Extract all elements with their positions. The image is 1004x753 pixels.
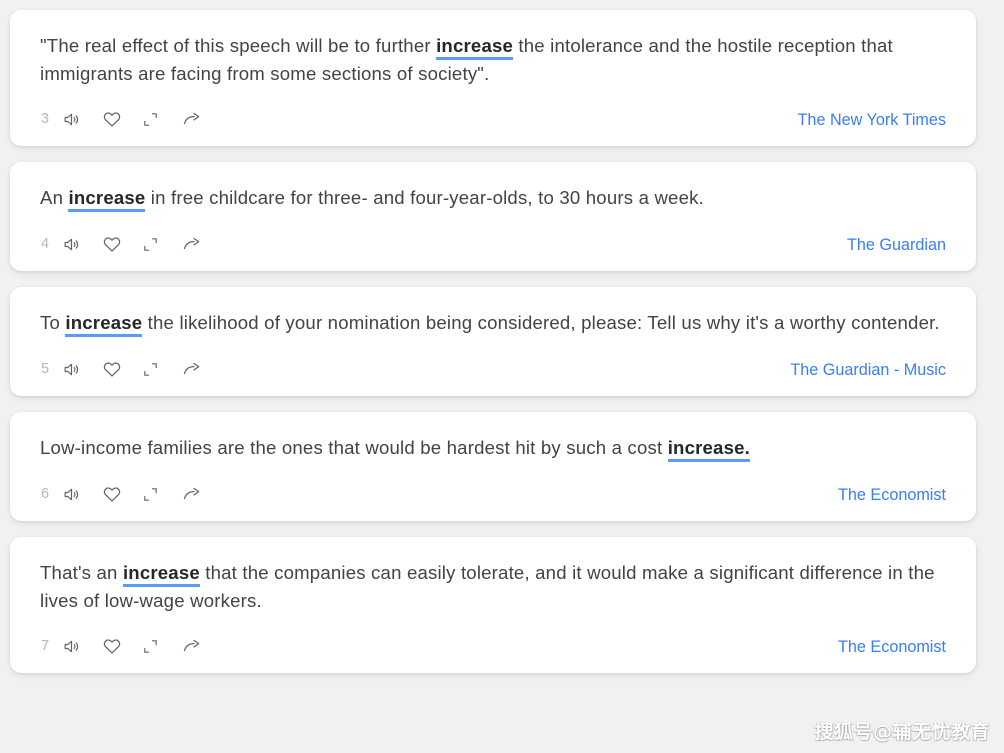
heart-icon[interactable] bbox=[102, 106, 142, 132]
speaker-icon[interactable] bbox=[62, 633, 102, 659]
share-icon[interactable] bbox=[182, 481, 222, 507]
heart-icon[interactable] bbox=[102, 356, 142, 382]
source-link[interactable]: The Economist bbox=[838, 486, 946, 505]
heart-icon[interactable] bbox=[102, 481, 142, 507]
sentence-prefix: To bbox=[40, 312, 66, 333]
expand-icon[interactable] bbox=[142, 106, 182, 132]
expand-icon[interactable] bbox=[142, 231, 182, 257]
expand-icon[interactable] bbox=[142, 356, 182, 382]
speaker-icon[interactable] bbox=[62, 231, 102, 257]
source-link[interactable]: The Guardian bbox=[847, 236, 946, 255]
keyword-highlight: increase. bbox=[667, 437, 750, 462]
source-link[interactable]: The Economist bbox=[838, 638, 946, 657]
share-icon[interactable] bbox=[182, 106, 222, 132]
share-icon[interactable] bbox=[182, 356, 222, 382]
keyword-highlight: increase bbox=[436, 35, 514, 60]
example-sentence: To increase the likelihood of your nomin… bbox=[40, 309, 946, 337]
example-index: 6 bbox=[41, 486, 50, 502]
expand-icon[interactable] bbox=[142, 481, 182, 507]
sentence-suffix: the likelihood of your nomination being … bbox=[142, 312, 940, 333]
heart-icon[interactable] bbox=[102, 231, 142, 257]
example-card: That's an increase that the companies ca… bbox=[10, 537, 976, 673]
example-index: 3 bbox=[41, 111, 50, 127]
example-sentence: That's an increase that the companies ca… bbox=[40, 559, 946, 614]
share-icon[interactable] bbox=[182, 633, 222, 659]
heart-icon[interactable] bbox=[102, 633, 142, 659]
example-card: To increase the likelihood of your nomin… bbox=[10, 287, 976, 396]
card-actions: 7 bbox=[40, 633, 946, 659]
sentence-prefix: That's an bbox=[40, 562, 123, 583]
keyword-highlight: increase bbox=[68, 187, 146, 212]
share-icon[interactable] bbox=[182, 231, 222, 257]
speaker-icon[interactable] bbox=[62, 356, 102, 382]
example-sentence: Low-income families are the ones that wo… bbox=[40, 434, 946, 462]
sentence-prefix: "The real effect of this speech will be … bbox=[40, 35, 437, 56]
example-card: "The real effect of this speech will be … bbox=[10, 10, 976, 146]
example-card: Low-income families are the ones that wo… bbox=[10, 412, 976, 521]
example-index: 5 bbox=[41, 361, 50, 377]
sentence-suffix: in free childcare for three- and four-ye… bbox=[145, 187, 704, 208]
card-actions: 6 bbox=[40, 481, 946, 507]
source-link[interactable]: The Guardian - Music bbox=[790, 361, 946, 380]
example-sentence: An increase in free childcare for three-… bbox=[40, 184, 946, 212]
expand-icon[interactable] bbox=[142, 633, 182, 659]
watermark: 搜狐号@辅无忧教育 bbox=[814, 721, 990, 743]
sentence-prefix: Low-income families are the ones that wo… bbox=[40, 437, 668, 458]
card-actions: 4 bbox=[40, 231, 946, 257]
speaker-icon[interactable] bbox=[62, 106, 102, 132]
example-card: An increase in free childcare for three-… bbox=[10, 162, 976, 271]
speaker-icon[interactable] bbox=[62, 481, 102, 507]
sentence-examples-page: "The real effect of this speech will be … bbox=[0, 0, 1004, 753]
keyword-highlight: increase bbox=[65, 312, 143, 337]
source-link[interactable]: The New York Times bbox=[798, 111, 946, 130]
example-index: 7 bbox=[41, 638, 50, 654]
example-sentence: "The real effect of this speech will be … bbox=[40, 32, 946, 87]
keyword-highlight: increase bbox=[122, 562, 200, 587]
sentence-prefix: An bbox=[40, 187, 69, 208]
example-index: 4 bbox=[41, 236, 50, 252]
